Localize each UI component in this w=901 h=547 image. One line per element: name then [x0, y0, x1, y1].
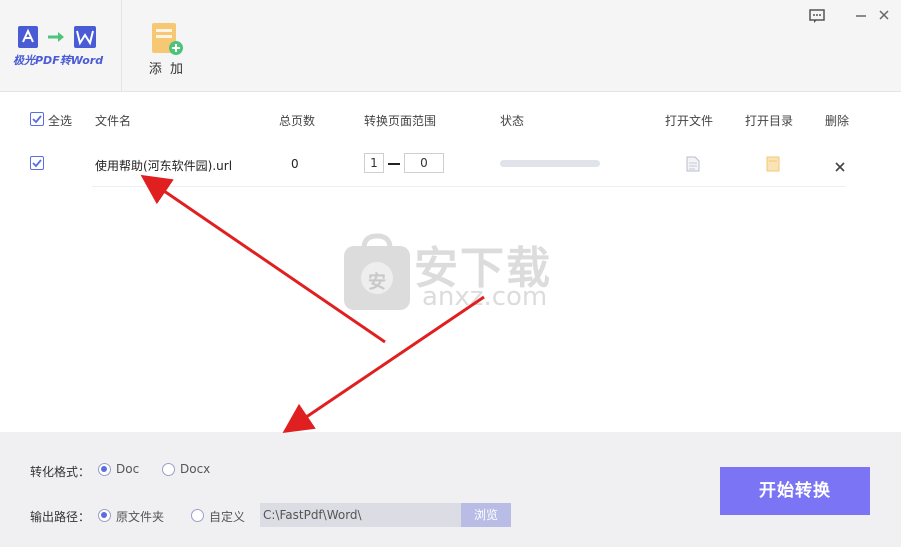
pdf-to-word-logo-icon	[18, 26, 96, 48]
watermark-subtitle: anxz.com	[422, 282, 548, 312]
minimize-button[interactable]	[852, 8, 870, 24]
folder-icon	[766, 156, 780, 172]
watermark: 安 安下载 anxz.com	[342, 232, 562, 312]
output-path-input[interactable]	[260, 503, 462, 527]
close-window-button[interactable]	[875, 8, 893, 24]
column-header-pages: 总页数	[279, 114, 316, 128]
app-logo: 极光PDF转Word	[0, 0, 122, 92]
add-file-button[interactable]: 添 加	[140, 18, 194, 78]
format-doc-label[interactable]: Doc	[116, 462, 139, 476]
open-file-button[interactable]	[686, 156, 700, 172]
watermark-badge: 安	[368, 272, 386, 293]
select-all-label[interactable]: 全选	[48, 112, 72, 129]
row-divider	[92, 186, 845, 187]
format-docx-radio[interactable]	[162, 463, 175, 476]
output-label: 输出路径：	[30, 510, 91, 524]
app-title: 极光PDF转Word	[13, 54, 104, 67]
column-header-range: 转换页面范围	[364, 114, 437, 128]
select-all-checkbox[interactable]	[30, 112, 44, 126]
format-label: 转化格式：	[30, 465, 91, 479]
output-source-folder-radio[interactable]	[98, 509, 111, 522]
row-filename: 使用帮助(河东软件园).url	[95, 159, 233, 173]
format-doc-radio[interactable]	[98, 463, 111, 476]
column-header-filename: 文件名	[95, 114, 132, 128]
column-header-open-file: 打开文件	[665, 114, 714, 128]
browse-button[interactable]: 浏览	[461, 503, 511, 527]
minimize-icon	[856, 15, 866, 17]
output-custom-radio[interactable]	[191, 509, 204, 522]
range-to-input[interactable]: 0	[404, 153, 444, 173]
delete-row-button[interactable]	[834, 158, 846, 172]
row-checkbox[interactable]	[30, 156, 44, 170]
message-icon	[809, 9, 825, 23]
add-file-label: 添 加	[148, 62, 186, 77]
conversion-progress-bar	[500, 160, 600, 167]
close-icon	[879, 10, 889, 20]
feedback-button[interactable]	[808, 8, 826, 24]
format-docx-label[interactable]: Docx	[180, 462, 210, 476]
toolbar: 极光PDF转Word 添 加	[0, 0, 901, 92]
open-folder-button[interactable]	[766, 156, 780, 172]
output-custom-label[interactable]: 自定义	[209, 508, 245, 525]
column-header-status: 状态	[500, 114, 525, 128]
checkmark-icon	[32, 115, 42, 124]
row-page-count: 0	[291, 157, 299, 171]
range-from-input[interactable]: 1	[364, 153, 384, 173]
checkmark-icon	[32, 159, 42, 168]
output-source-folder-label[interactable]: 原文件夹	[116, 508, 164, 525]
document-icon	[686, 156, 700, 172]
add-file-icon	[152, 23, 183, 55]
range-separator	[388, 163, 400, 165]
settings-panel: 转化格式： Doc Docx 输出路径： 原文件夹 自定义 浏览 开始转换	[0, 432, 901, 547]
column-header-delete: 删除	[825, 114, 850, 128]
column-header-open-dir: 打开目录	[745, 114, 794, 128]
file-list: 全选 文件名 总页数 转换页面范围 状态 打开文件 打开目录 删除 使用帮助(河…	[0, 92, 901, 432]
close-icon	[835, 162, 845, 172]
start-convert-button[interactable]: 开始转换	[720, 467, 870, 515]
